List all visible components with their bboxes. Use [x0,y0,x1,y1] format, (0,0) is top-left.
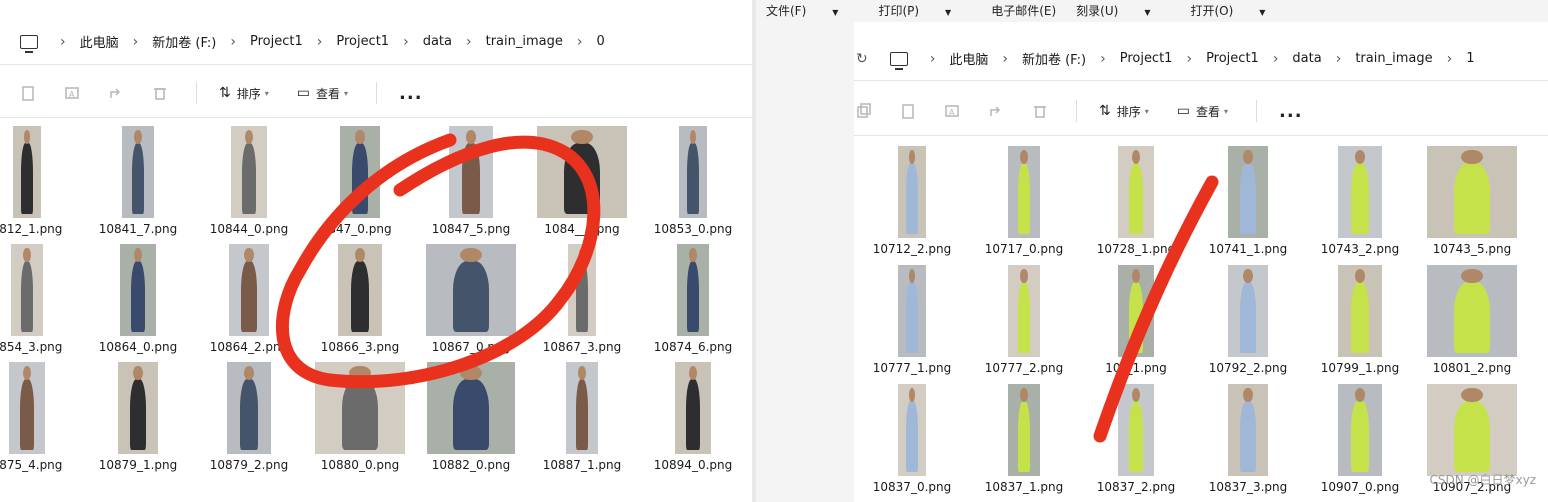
annotation-slash [1093,175,1219,443]
annotation-layer [275,133,1219,443]
annotation-circle [275,133,601,389]
